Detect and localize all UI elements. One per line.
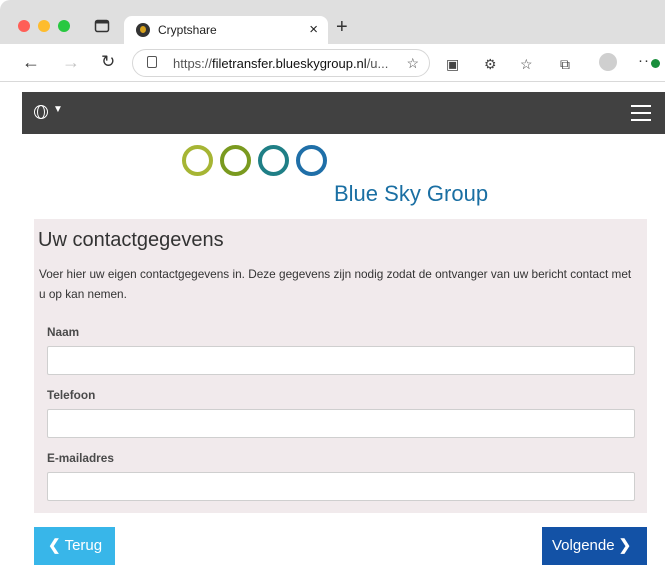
profile-avatar[interactable]: [599, 53, 617, 71]
browser-window: Cryptshare × + ← → ↻ https://filetransfe…: [0, 0, 665, 585]
caret-down-icon[interactable]: ▼: [53, 104, 63, 115]
next-button-label: Volgende: [552, 537, 615, 554]
chevron-left-icon: ❮: [48, 537, 61, 554]
tab-title: Cryptshare: [158, 23, 217, 37]
reload-icon[interactable]: ↻: [101, 52, 115, 72]
tab-cryptshare[interactable]: Cryptshare ×: [124, 16, 328, 44]
more-menu-icon[interactable]: ··: [638, 52, 660, 69]
email-label: E-mailadres: [47, 451, 114, 465]
next-button[interactable]: Volgende ❯: [542, 527, 647, 565]
collections-icon[interactable]: ⧉: [560, 56, 570, 73]
logo-ring-1: [182, 145, 213, 176]
url-text: https://filetransfer.blueskygroup.nl/u..…: [173, 56, 389, 71]
name-input[interactable]: [47, 346, 635, 375]
tab-bar: Cryptshare × +: [0, 0, 665, 44]
page-title: Uw contactgegevens: [38, 229, 224, 251]
site-header-bar: ▼: [22, 92, 665, 134]
logo-ring-4: [296, 145, 327, 176]
intro-text: Voer hier uw eigen contactgegevens in. D…: [39, 267, 632, 301]
blue-sky-group-logo: Blue Sky Group: [180, 145, 510, 210]
favorites-list-icon[interactable]: ☆: [520, 56, 533, 73]
language-globe-icon[interactable]: [34, 105, 48, 119]
back-button-label: Terug: [64, 537, 103, 554]
maximize-window-button[interactable]: [58, 20, 70, 32]
brand-name: Blue Sky Group: [334, 181, 489, 206]
back-arrow-icon[interactable]: ←: [22, 52, 40, 73]
address-bar[interactable]: https://filetransfer.blueskygroup.nl/u..…: [132, 49, 430, 77]
chevron-right-icon: ❯: [618, 537, 632, 554]
tab-actions-icon[interactable]: [94, 18, 110, 34]
logo-ring-3: [258, 145, 289, 176]
puzzle-icon[interactable]: ⚙: [484, 56, 497, 73]
email-input[interactable]: [47, 472, 635, 501]
update-badge-icon: [651, 59, 660, 68]
favorite-star-icon[interactable]: ☆: [406, 55, 419, 72]
extensions-icon[interactable]: ▣: [446, 56, 459, 73]
tab-close-icon[interactable]: ×: [309, 21, 318, 38]
phone-label: Telefoon: [47, 388, 96, 402]
hamburger-menu-icon[interactable]: [631, 105, 651, 121]
name-label: Naam: [47, 325, 80, 339]
contact-details-panel: Uw contactgegevens Voer hier uw eigen co…: [34, 219, 647, 513]
forward-arrow-icon[interactable]: →: [62, 52, 80, 73]
phone-input[interactable]: [47, 409, 635, 438]
back-button[interactable]: ❮ Terug: [34, 527, 115, 565]
new-tab-button[interactable]: +: [336, 16, 348, 39]
logo-ring-2: [220, 145, 251, 176]
close-window-button[interactable]: [18, 20, 30, 32]
lock-icon: [147, 56, 157, 68]
minimize-window-button[interactable]: [38, 20, 50, 32]
address-toolbar: ← → ↻ https://filetransfer.blueskygroup.…: [0, 44, 665, 82]
cryptshare-favicon-icon: [136, 23, 150, 37]
